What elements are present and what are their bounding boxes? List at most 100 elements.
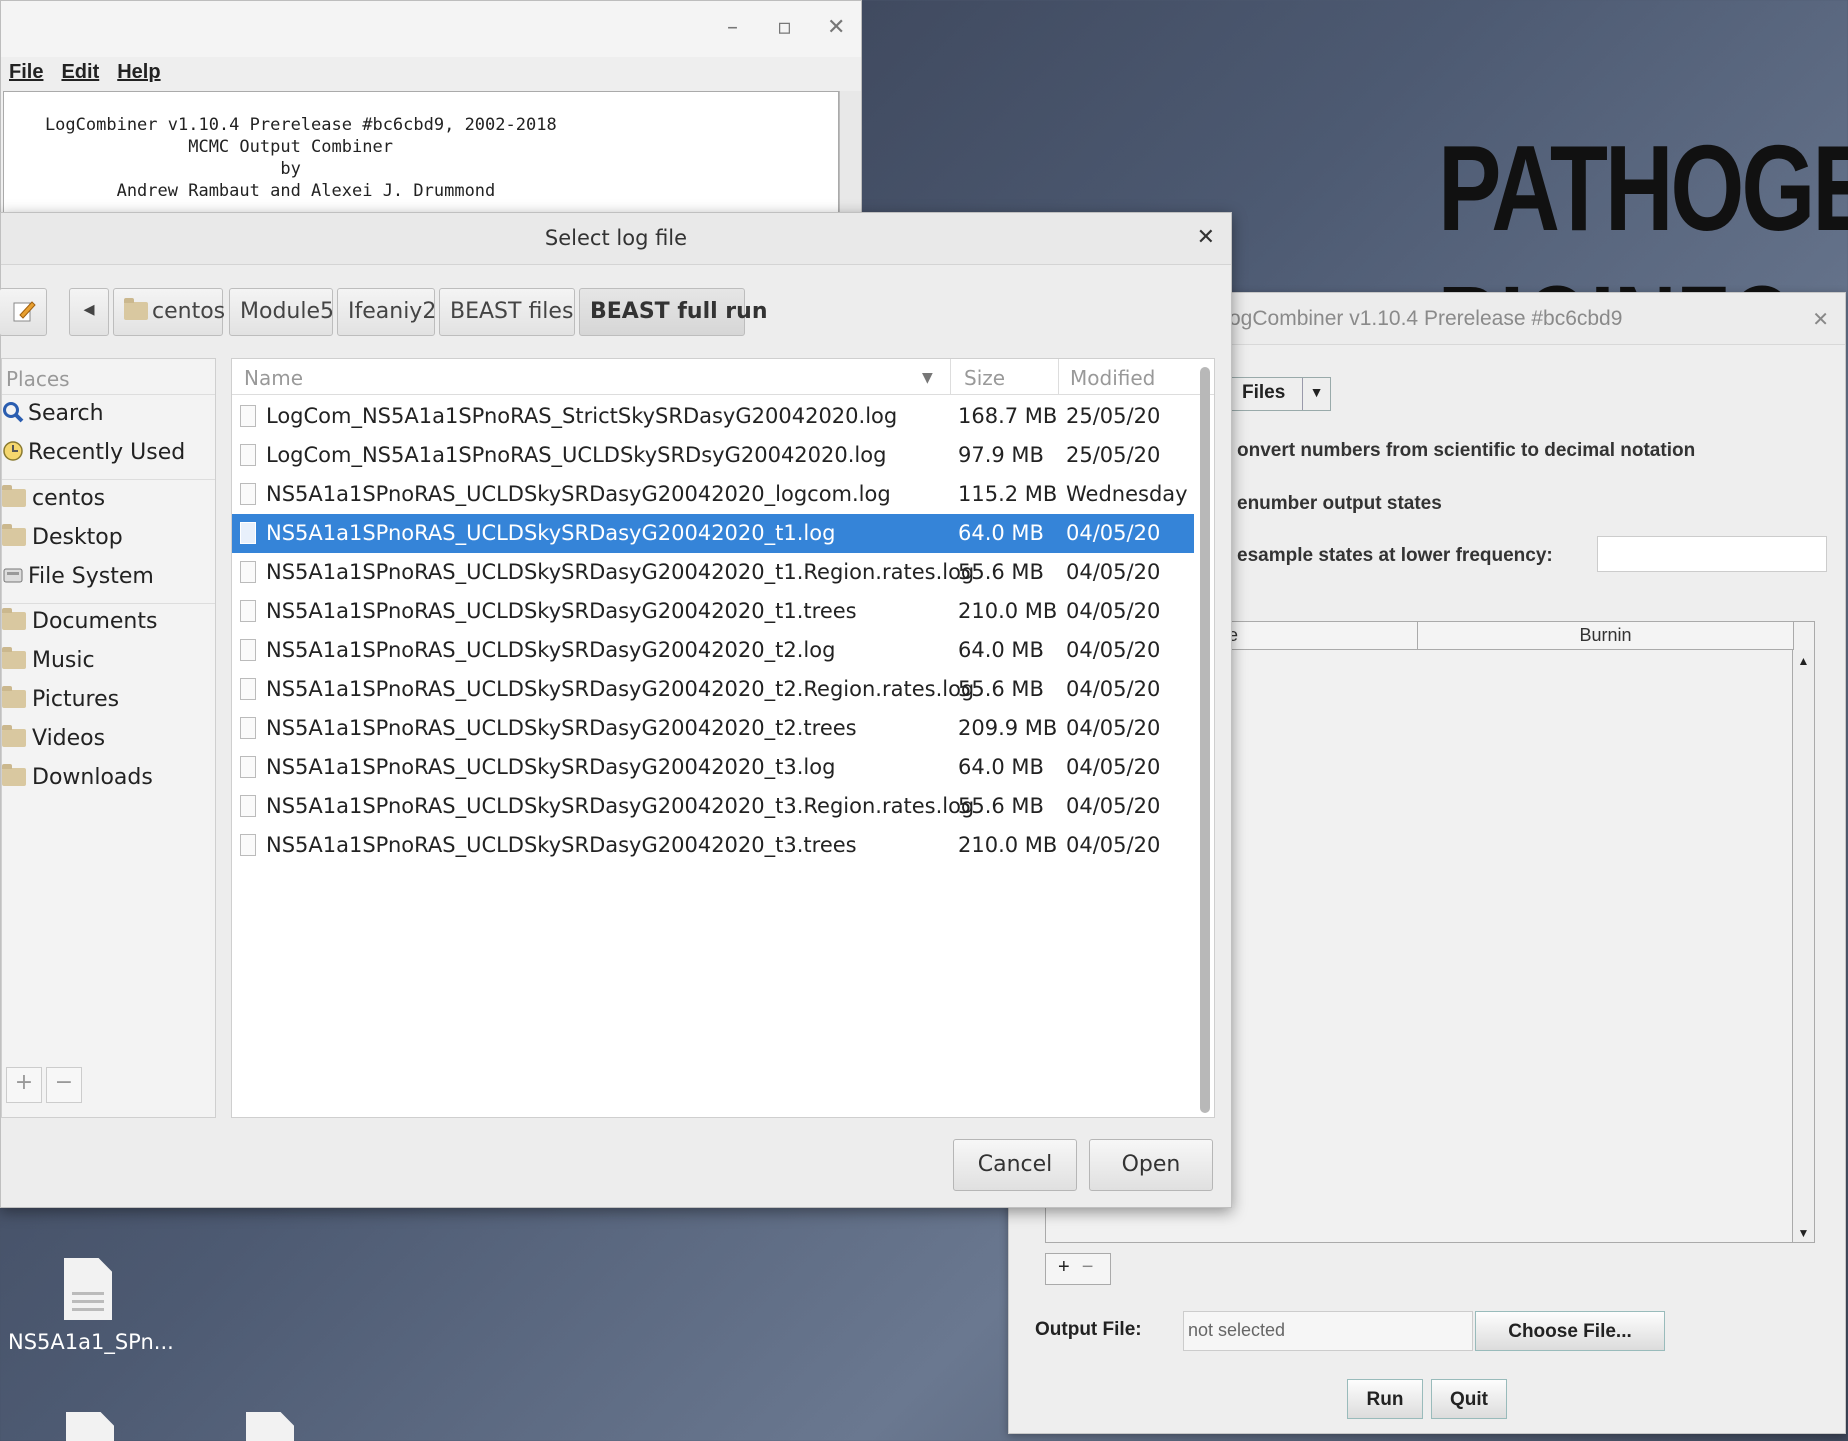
places-add-remove: + −	[6, 1067, 82, 1103]
table-scrollbar[interactable]: ▲ ▼	[1792, 650, 1814, 1242]
file-row[interactable]: NS5A1a1SPnoRAS_UCLDSkySRDasyG20042020_t3…	[232, 826, 1194, 865]
file-row[interactable]: LogCom_NS5A1a1SPnoRAS_UCLDSkySRDsyG20042…	[232, 436, 1194, 475]
resample-frequency-input[interactable]	[1597, 536, 1827, 572]
breadcrumb-beast-full-run[interactable]: BEAST full run	[579, 288, 767, 336]
maximize-icon[interactable]: ▫	[777, 15, 792, 40]
table-header-burnin[interactable]: Burnin	[1418, 622, 1794, 650]
file-row[interactable]: NS5A1a1SPnoRAS_UCLDSkySRDasyG20042020_t3…	[232, 787, 1194, 826]
file-row[interactable]: NS5A1a1SPnoRAS_UCLDSkySRDasyG20042020_t1…	[232, 514, 1194, 553]
breadcrumb-ifeaniy2[interactable]: Ifeaniy2	[337, 288, 436, 336]
chevron-left-icon: ◂	[83, 297, 95, 322]
desktop-file-label: NS5A1a1_SPn...	[8, 1330, 174, 1354]
close-icon[interactable]: ✕	[1812, 307, 1829, 332]
file-modified: 04/05/20	[1066, 560, 1161, 584]
close-icon[interactable]: ✕	[827, 15, 845, 40]
place-search[interactable]: Search	[2, 401, 104, 426]
option-renumber-states[interactable]: enumber output states	[1237, 493, 1442, 515]
file-row[interactable]: NS5A1a1SPnoRAS_UCLDSkySRDasyG20042020_t2…	[232, 631, 1194, 670]
console-output[interactable]: LogCombiner v1.10.4 Prerelease #bc6cbd9,…	[3, 91, 839, 221]
file-row[interactable]: NS5A1a1SPnoRAS_UCLDSkySRDasyG20042020_t2…	[232, 670, 1194, 709]
edit-location-button[interactable]	[0, 288, 47, 336]
quit-button[interactable]: Quit	[1431, 1379, 1507, 1419]
file-icon	[240, 405, 256, 427]
file-size: 210.0 MB	[958, 833, 1058, 857]
file-modified: 04/05/20	[1066, 677, 1161, 701]
console-scrollbar[interactable]	[839, 91, 861, 221]
choose-file-button[interactable]: Choose File...	[1475, 1311, 1665, 1351]
option-resample-states[interactable]: esample states at lower frequency:	[1237, 545, 1553, 567]
menu-help[interactable]: Help	[117, 61, 160, 91]
file-row[interactable]: NS5A1a1SPnoRAS_UCLDSkySRDasyG20042020_t1…	[232, 553, 1194, 592]
sort-arrow-icon[interactable]: ▼	[922, 370, 933, 386]
file-row[interactable]: LogCom_NS5A1a1SPnoRAS_StrictSkySRDasyG20…	[232, 397, 1194, 436]
path-back-button[interactable]: ◂	[69, 288, 109, 336]
places-sidebar: Places Search Recently Used centos Deskt…	[1, 358, 216, 1118]
place-documents[interactable]: Documents	[2, 608, 158, 634]
breadcrumb-centos[interactable]: centos	[113, 288, 225, 336]
option-decimal-notation[interactable]: onvert numbers from scientific to decima…	[1237, 440, 1695, 462]
file-list-scrollbar[interactable]	[1200, 367, 1210, 1113]
file-row[interactable]: NS5A1a1SPnoRAS_UCLDSkySRDasyG20042020_lo…	[232, 475, 1194, 514]
add-place-button[interactable]: +	[6, 1067, 42, 1103]
desktop-banner-text: PATHOGE	[1438, 120, 1848, 256]
close-icon[interactable]: ✕	[1197, 225, 1215, 250]
place-videos[interactable]: Videos	[2, 725, 105, 751]
column-header-size[interactable]: Size	[964, 366, 1005, 390]
file-icon	[240, 639, 256, 661]
main-window-titlebar[interactable]: – ▫ ✕	[1, 1, 861, 57]
file-size: 97.9 MB	[958, 443, 1044, 467]
file-row[interactable]: NS5A1a1SPnoRAS_UCLDSkySRDasyG20042020_t3…	[232, 748, 1194, 787]
drive-icon	[3, 568, 23, 583]
place-downloads[interactable]: Downloads	[2, 764, 153, 790]
minimize-icon[interactable]: –	[727, 15, 738, 40]
folder-icon	[2, 764, 26, 786]
place-music[interactable]: Music	[2, 647, 95, 673]
run-button[interactable]: Run	[1347, 1379, 1423, 1419]
search-icon	[3, 402, 24, 423]
output-file-field[interactable]: not selected	[1183, 1311, 1473, 1351]
file-row[interactable]: NS5A1a1SPnoRAS_UCLDSkySRDasyG20042020_t2…	[232, 709, 1194, 748]
remove-file-button[interactable]: −	[1082, 1256, 1094, 1284]
file-icon	[240, 756, 256, 778]
chevron-down-icon[interactable]: ▼	[1302, 378, 1330, 410]
file-size: 64.0 MB	[958, 521, 1044, 545]
desktop-file-icon-2[interactable]	[60, 1412, 120, 1441]
breadcrumb-label: Module5	[240, 299, 334, 324]
breadcrumb-beast-files[interactable]: BEAST files	[439, 288, 575, 336]
open-button[interactable]: Open	[1089, 1139, 1213, 1191]
dialog-titlebar[interactable]: Select log file ✕	[1, 213, 1231, 265]
cancel-button[interactable]: Cancel	[953, 1139, 1077, 1191]
file-icon	[240, 522, 256, 544]
pencil-icon	[13, 301, 36, 322]
remove-place-button[interactable]: −	[46, 1067, 82, 1103]
desktop-file-icon-3[interactable]	[240, 1412, 300, 1441]
file-list[interactable]: Name ▼ Size Modified LogCom_NS5A1a1SPnoR…	[231, 358, 1215, 1118]
place-desktop[interactable]: Desktop	[2, 524, 123, 550]
place-label: Documents	[32, 609, 158, 634]
place-file-system[interactable]: File System	[2, 564, 154, 589]
file-name: LogCom_NS5A1a1SPnoRAS_StrictSkySRDasyG20…	[266, 404, 898, 428]
file-row[interactable]: NS5A1a1SPnoRAS_UCLDSkySRDasyG20042020_t1…	[232, 592, 1194, 631]
place-pictures[interactable]: Pictures	[2, 686, 119, 712]
file-icon	[240, 834, 256, 856]
scroll-up-icon[interactable]: ▲	[1793, 654, 1814, 668]
menu-edit[interactable]: Edit	[61, 61, 99, 91]
scroll-down-icon[interactable]: ▼	[1793, 1226, 1814, 1240]
file-modified: 04/05/20	[1066, 521, 1161, 545]
file-icon	[240, 444, 256, 466]
document-icon	[64, 1258, 112, 1320]
file-type-combo[interactable]: Files ▼	[1215, 377, 1331, 411]
place-centos[interactable]: centos	[2, 485, 105, 511]
column-header-name[interactable]: Name	[244, 366, 303, 390]
desktop-file-icon[interactable]: NS5A1a1_SPn...	[8, 1258, 174, 1354]
menu-file[interactable]: File	[9, 61, 43, 91]
breadcrumb-module5[interactable]: Module5	[229, 288, 334, 336]
place-recently-used[interactable]: Recently Used	[2, 440, 185, 465]
file-name: NS5A1a1SPnoRAS_UCLDSkySRDasyG20042020_t3…	[266, 833, 857, 857]
file-icon	[240, 561, 256, 583]
add-file-button[interactable]: +	[1058, 1256, 1070, 1284]
logcombiner-main-window: – ▫ ✕ File Edit Help LogCombiner v1.10.4…	[0, 0, 862, 221]
folder-icon	[2, 485, 26, 507]
column-header-modified[interactable]: Modified	[1070, 366, 1155, 390]
place-label: Downloads	[32, 765, 153, 790]
